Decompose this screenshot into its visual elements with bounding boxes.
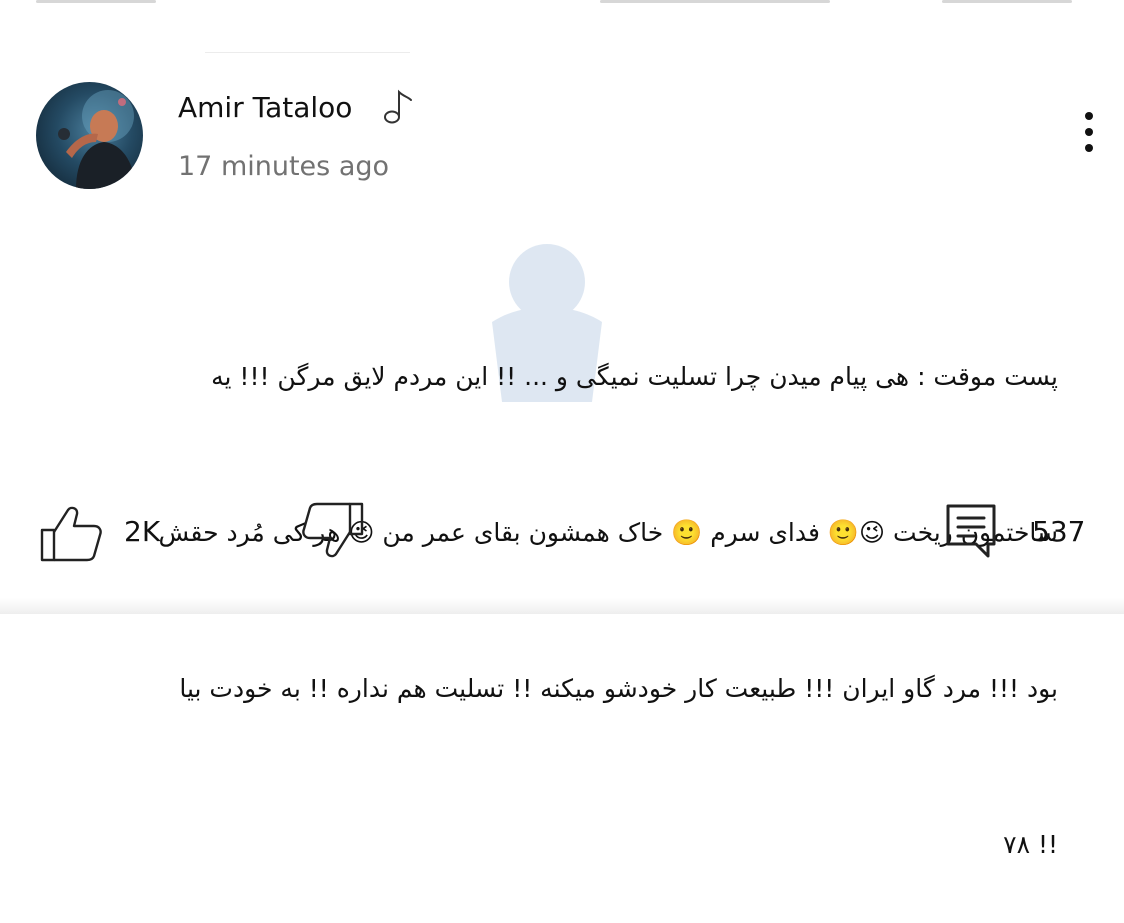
bottom-edge: [0, 598, 1124, 614]
top-cropped-edge: [0, 0, 1124, 10]
author-name[interactable]: Amir Tataloo: [178, 88, 352, 128]
like-count: 2K: [124, 515, 161, 548]
post-header: Amir Tataloo 17 minutes ago: [36, 82, 1106, 192]
avatar-image: [58, 90, 136, 189]
action-bar: 2K 537: [0, 500, 1124, 570]
post-text-line: پست موقت : هی پیام میدن چرا تسلیت نمیگی …: [211, 362, 1058, 391]
thumbs-down-icon[interactable]: [300, 500, 366, 560]
post-text-line: بود !!! مرد گاو ایران !!! طبیعت کار خودش…: [179, 674, 1058, 703]
post-text-line: !! ۷۸: [1003, 830, 1058, 859]
thumbs-up-icon[interactable]: [38, 504, 104, 564]
post-timestamp: 17 minutes ago: [178, 151, 390, 182]
comment-icon[interactable]: [944, 502, 998, 560]
comment-count: 537: [1032, 515, 1086, 548]
post-body: پست موقت : هی پیام میدن چرا تسلیت نمیگی …: [30, 247, 1058, 923]
more-vertical-icon[interactable]: [1076, 104, 1102, 160]
avatar[interactable]: [36, 82, 143, 189]
divider: [205, 52, 410, 53]
music-note-icon: [384, 89, 412, 124]
